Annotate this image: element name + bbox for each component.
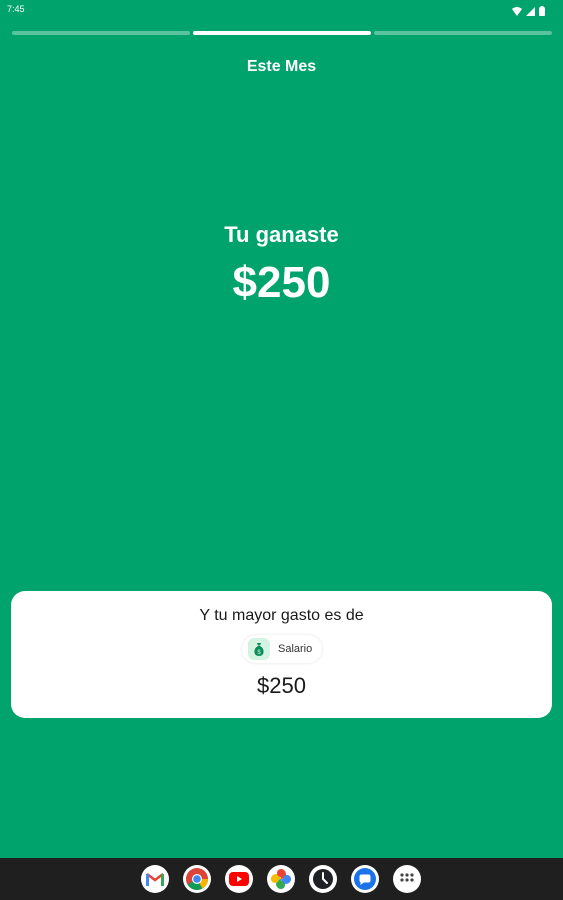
dock-apps: [141, 865, 421, 893]
category-label: Salario: [278, 643, 313, 655]
app-dock: [0, 858, 563, 900]
earned-amount: $250: [232, 258, 331, 307]
card-title: Y tu mayor gasto es de: [199, 607, 364, 624]
battery-icon: [539, 3, 545, 21]
app-drawer-icon[interactable]: [393, 865, 421, 893]
status-bar: 7:45: [0, 0, 563, 18]
period-title: Este Mes: [246, 58, 317, 75]
category-chip: $ Salario: [242, 635, 323, 663]
gmail-icon[interactable]: [141, 865, 169, 893]
top-expense-card: Y tu mayor gasto es de $ Salario $250: [11, 591, 552, 718]
messages-icon[interactable]: [351, 865, 379, 893]
progress-segment-active: [193, 31, 371, 35]
earned-label: Tu ganaste: [224, 222, 339, 247]
money-bag-icon: $: [248, 638, 270, 660]
progress-segment: [374, 31, 552, 35]
story-progress: [12, 31, 552, 35]
status-time: 7:45: [7, 4, 25, 14]
photos-icon[interactable]: [267, 865, 295, 893]
signal-icon: [526, 3, 535, 21]
wifi-icon: [512, 3, 522, 21]
status-icons: [512, 3, 545, 21]
chrome-icon[interactable]: [183, 865, 211, 893]
youtube-icon[interactable]: [225, 865, 253, 893]
clock-icon[interactable]: [309, 865, 337, 893]
progress-segment: [12, 31, 190, 35]
expense-amount: $250: [257, 673, 306, 698]
